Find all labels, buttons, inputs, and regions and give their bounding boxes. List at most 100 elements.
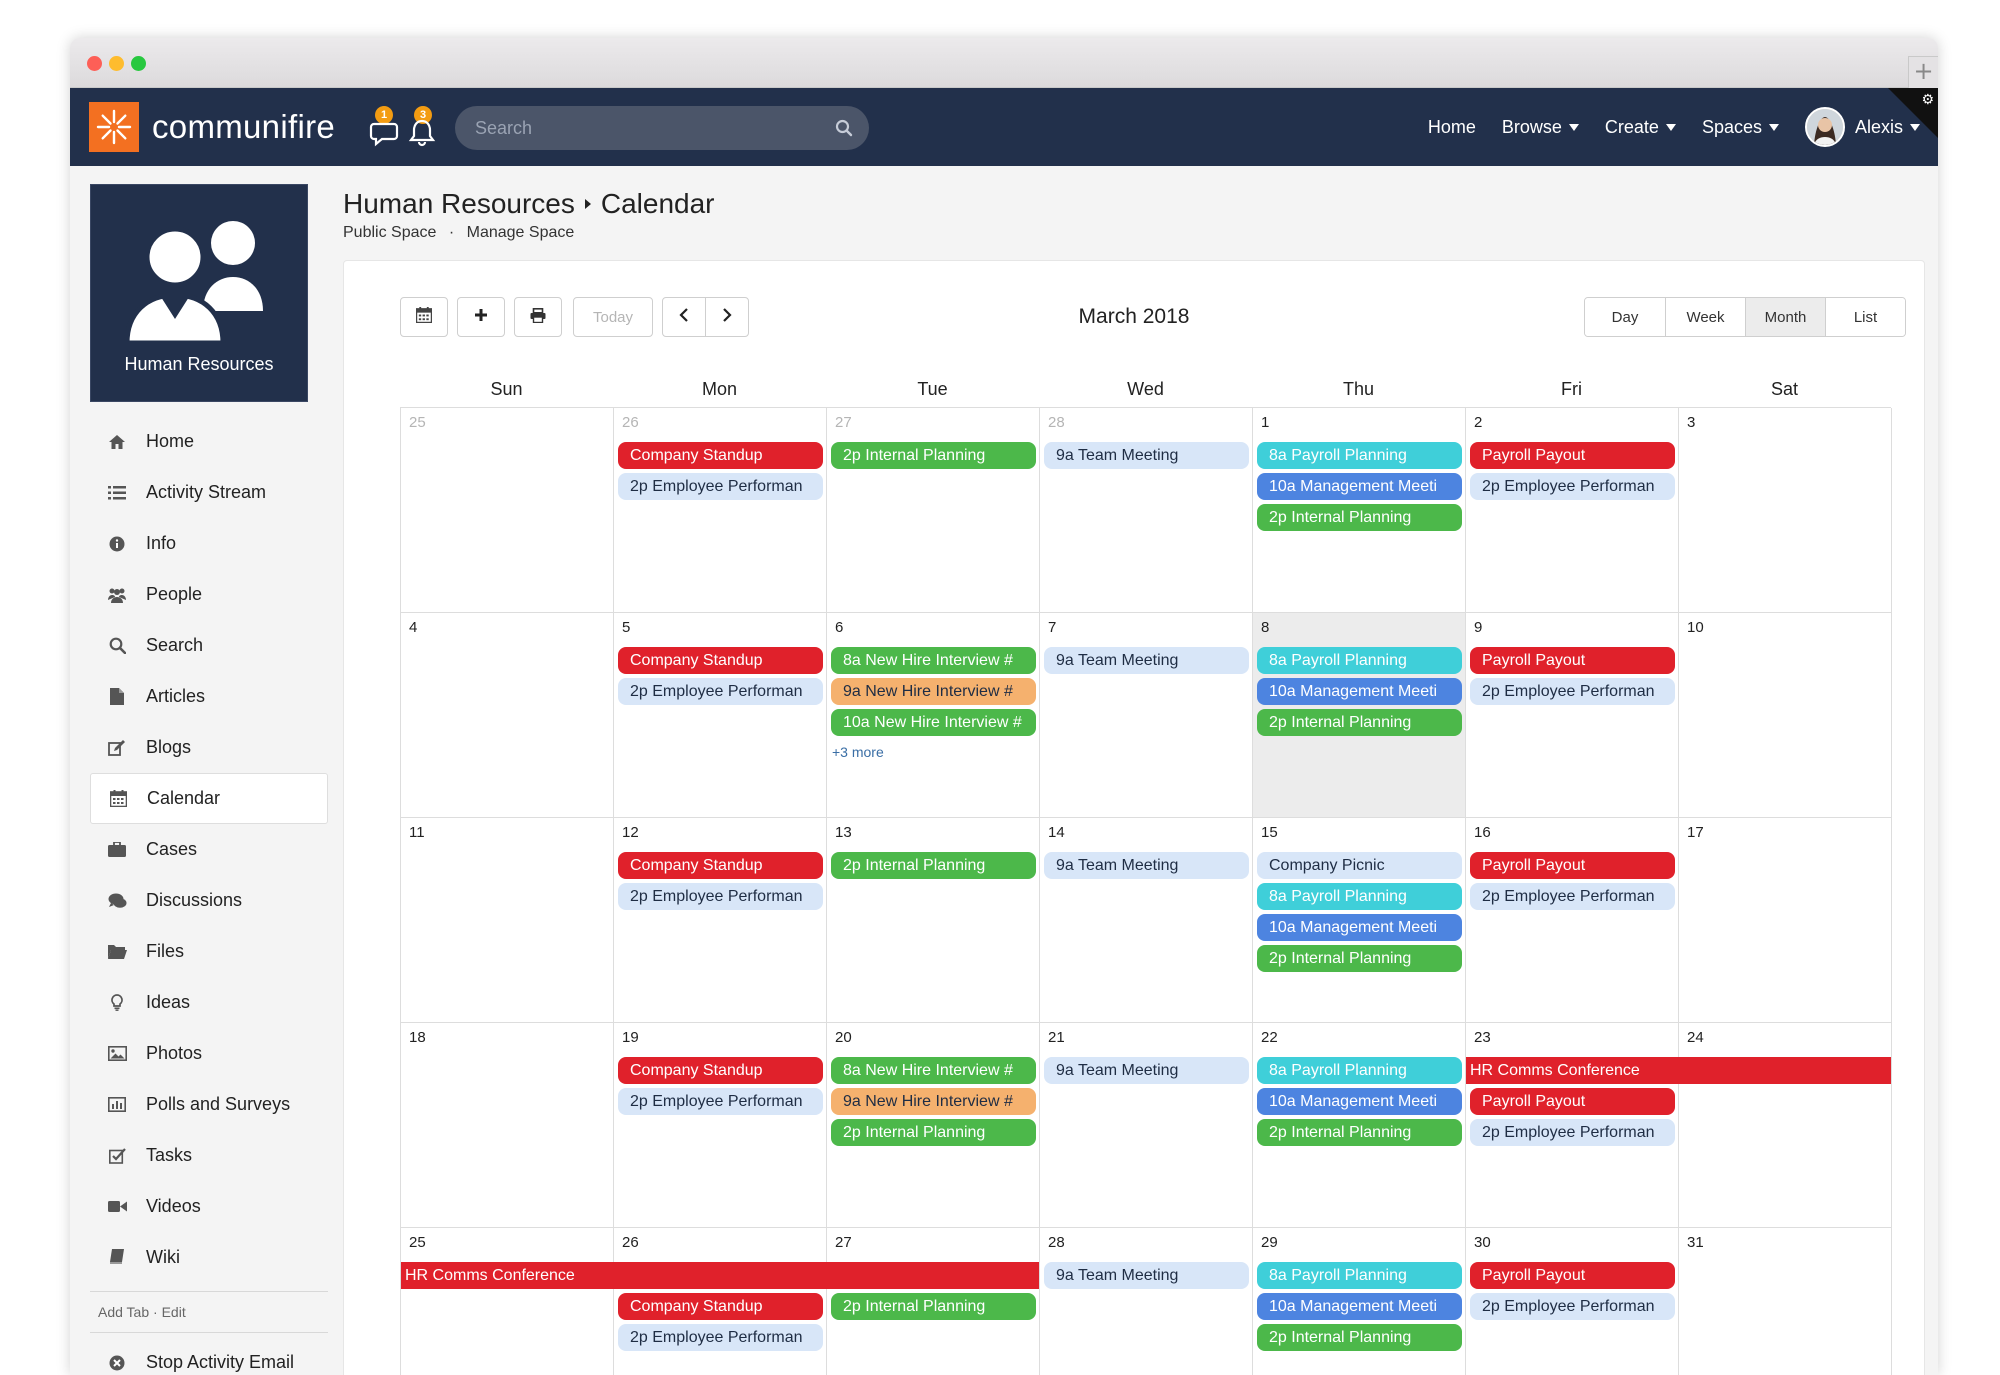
sidebar-item-articles[interactable]: Articles — [90, 671, 328, 722]
new-tab-button[interactable]: + — [1908, 56, 1938, 88]
day-number[interactable]: 27 — [835, 414, 852, 431]
day-cell[interactable]: 25 — [401, 1228, 614, 1375]
sidebar-item-files[interactable]: Files — [90, 926, 328, 977]
nav-spaces[interactable]: Spaces — [1702, 117, 1779, 138]
day-cell[interactable]: 18 — [401, 1023, 614, 1228]
sidebar-item-videos[interactable]: Videos — [90, 1181, 328, 1232]
day-number[interactable]: 5 — [622, 619, 630, 636]
calendar-event[interactable]: 2p Internal Planning — [1257, 1324, 1462, 1351]
day-number[interactable]: 7 — [1048, 619, 1056, 636]
day-cell[interactable]: 14 — [1040, 818, 1253, 1023]
day-cell[interactable]: 28 — [1040, 408, 1253, 613]
sidebar-item-photos[interactable]: Photos — [90, 1028, 328, 1079]
sidebar-item-tasks[interactable]: Tasks — [90, 1130, 328, 1181]
day-number[interactable]: 31 — [1687, 1234, 1704, 1251]
calendar-event[interactable]: 10a New Hire Interview # — [831, 709, 1036, 736]
add-event-button[interactable] — [457, 297, 505, 337]
calendar-event[interactable]: 2p Internal Planning — [1257, 945, 1462, 972]
maximize-window-button[interactable] — [131, 56, 146, 71]
day-cell[interactable]: 26 — [614, 408, 827, 613]
next-month-button[interactable] — [705, 297, 749, 337]
day-number[interactable]: 8 — [1261, 619, 1269, 636]
calendar-event[interactable]: 2p Internal Planning — [1257, 1119, 1462, 1146]
calendar-event[interactable]: 9a New Hire Interview # — [831, 678, 1036, 705]
calendar-event[interactable]: 2p Employee Performan — [1470, 1119, 1675, 1146]
calendar-event[interactable]: 2p Internal Planning — [1257, 504, 1462, 531]
sidebar-item-polls-and-surveys[interactable]: Polls and Surveys — [90, 1079, 328, 1130]
calendar-event[interactable]: 10a Management Meeti — [1257, 914, 1462, 941]
day-number[interactable]: 30 — [1474, 1234, 1491, 1251]
calendar-event[interactable]: 2p Internal Planning — [831, 852, 1036, 879]
breadcrumb-space[interactable]: Human Resources — [343, 188, 575, 220]
day-number[interactable]: 25 — [409, 1234, 426, 1251]
view-list-button[interactable]: List — [1825, 298, 1905, 336]
view-month-button[interactable]: Month — [1745, 298, 1825, 336]
day-number[interactable]: 19 — [622, 1029, 639, 1046]
view-week-button[interactable]: Week — [1665, 298, 1745, 336]
calendar-event[interactable]: 10a Management Meeti — [1257, 678, 1462, 705]
sidebar-item-people[interactable]: People — [90, 569, 328, 620]
calendar-event[interactable]: 9a Team Meeting — [1044, 1262, 1249, 1289]
calendar-event[interactable]: 9a Team Meeting — [1044, 852, 1249, 879]
calendar-event[interactable]: 10a Management Meeti — [1257, 473, 1462, 500]
day-cell[interactable]: 11 — [401, 818, 614, 1023]
brand-name[interactable]: communifire — [152, 108, 335, 146]
nav-home[interactable]: Home — [1428, 117, 1476, 138]
calendar-event[interactable]: 10a Management Meeti — [1257, 1293, 1462, 1320]
day-number[interactable]: 3 — [1687, 414, 1695, 431]
calendar-event[interactable]: 2p Internal Planning — [831, 1293, 1036, 1320]
stop-activity-email-button[interactable]: Stop Activity Email — [90, 1337, 328, 1375]
calendar-event[interactable]: HR Comms Conference — [401, 1262, 1039, 1289]
calendar-event[interactable]: 8a New Hire Interview # — [831, 1057, 1036, 1084]
add-tab-link[interactable]: Add Tab — [98, 1304, 149, 1320]
calendar-event[interactable]: 2p Employee Performan — [618, 1088, 823, 1115]
day-number[interactable]: 27 — [835, 1234, 852, 1251]
day-number[interactable]: 16 — [1474, 824, 1491, 841]
day-cell[interactable]: 21 — [1040, 1023, 1253, 1228]
calendar-event[interactable]: 9a New Hire Interview # — [831, 1088, 1036, 1115]
day-number[interactable]: 26 — [622, 414, 639, 431]
close-window-button[interactable] — [87, 56, 102, 71]
calendar-event[interactable]: 8a Payroll Planning — [1257, 442, 1462, 469]
calendar-event[interactable]: 2p Employee Performan — [1470, 678, 1675, 705]
day-number[interactable]: 12 — [622, 824, 639, 841]
calendar-event[interactable]: Company Standup — [618, 852, 823, 879]
today-button[interactable]: Today — [573, 297, 653, 337]
calendar-event[interactable]: HR Comms Conference — [1466, 1057, 1891, 1084]
calendar-event[interactable]: Payroll Payout — [1470, 1088, 1675, 1115]
minimize-window-button[interactable] — [109, 56, 124, 71]
day-number[interactable]: 2 — [1474, 414, 1482, 431]
public-space-link[interactable]: Public Space — [343, 224, 436, 241]
calendar-event[interactable]: Payroll Payout — [1470, 647, 1675, 674]
sidebar-item-wiki[interactable]: Wiki — [90, 1232, 328, 1283]
calendar-event[interactable]: 9a Team Meeting — [1044, 442, 1249, 469]
calendar-event[interactable]: 8a Payroll Planning — [1257, 647, 1462, 674]
space-card[interactable]: Human Resources — [90, 184, 308, 402]
search-input[interactable] — [455, 106, 815, 150]
calendar-event[interactable]: Payroll Payout — [1470, 442, 1675, 469]
messages-notification[interactable]: 1 — [365, 106, 401, 148]
day-cell[interactable]: 4 — [401, 613, 614, 818]
calendar-event[interactable]: 2p Employee Performan — [1470, 883, 1675, 910]
gear-icon[interactable]: ⚙ — [1921, 92, 1934, 108]
day-number[interactable]: 21 — [1048, 1029, 1065, 1046]
sidebar-item-blogs[interactable]: Blogs — [90, 722, 328, 773]
calendar-event[interactable]: 8a Payroll Planning — [1257, 883, 1462, 910]
day-number[interactable]: 23 — [1474, 1029, 1491, 1046]
calendar-event[interactable]: 2p Internal Planning — [831, 1119, 1036, 1146]
day-cell[interactable]: 5 — [614, 613, 827, 818]
sidebar-item-search[interactable]: Search — [90, 620, 328, 671]
calendar-event[interactable]: 8a New Hire Interview # — [831, 647, 1036, 674]
edit-link[interactable]: Edit — [162, 1304, 186, 1320]
calendar-event[interactable]: 2p Employee Performan — [618, 883, 823, 910]
more-events-link[interactable]: +3 more — [832, 744, 884, 760]
sidebar-item-ideas[interactable]: Ideas — [90, 977, 328, 1028]
calendar-event[interactable]: 8a Payroll Planning — [1257, 1262, 1462, 1289]
day-number[interactable]: 28 — [1048, 1234, 1065, 1251]
calendar-event[interactable]: 10a Management Meeti — [1257, 1088, 1462, 1115]
date-picker-button[interactable] — [400, 297, 448, 337]
calendar-event[interactable]: Company Standup — [618, 1057, 823, 1084]
day-cell[interactable]: 27 — [827, 408, 1040, 613]
calendar-event[interactable]: 2p Employee Performan — [618, 1324, 823, 1351]
day-cell[interactable]: 13 — [827, 818, 1040, 1023]
